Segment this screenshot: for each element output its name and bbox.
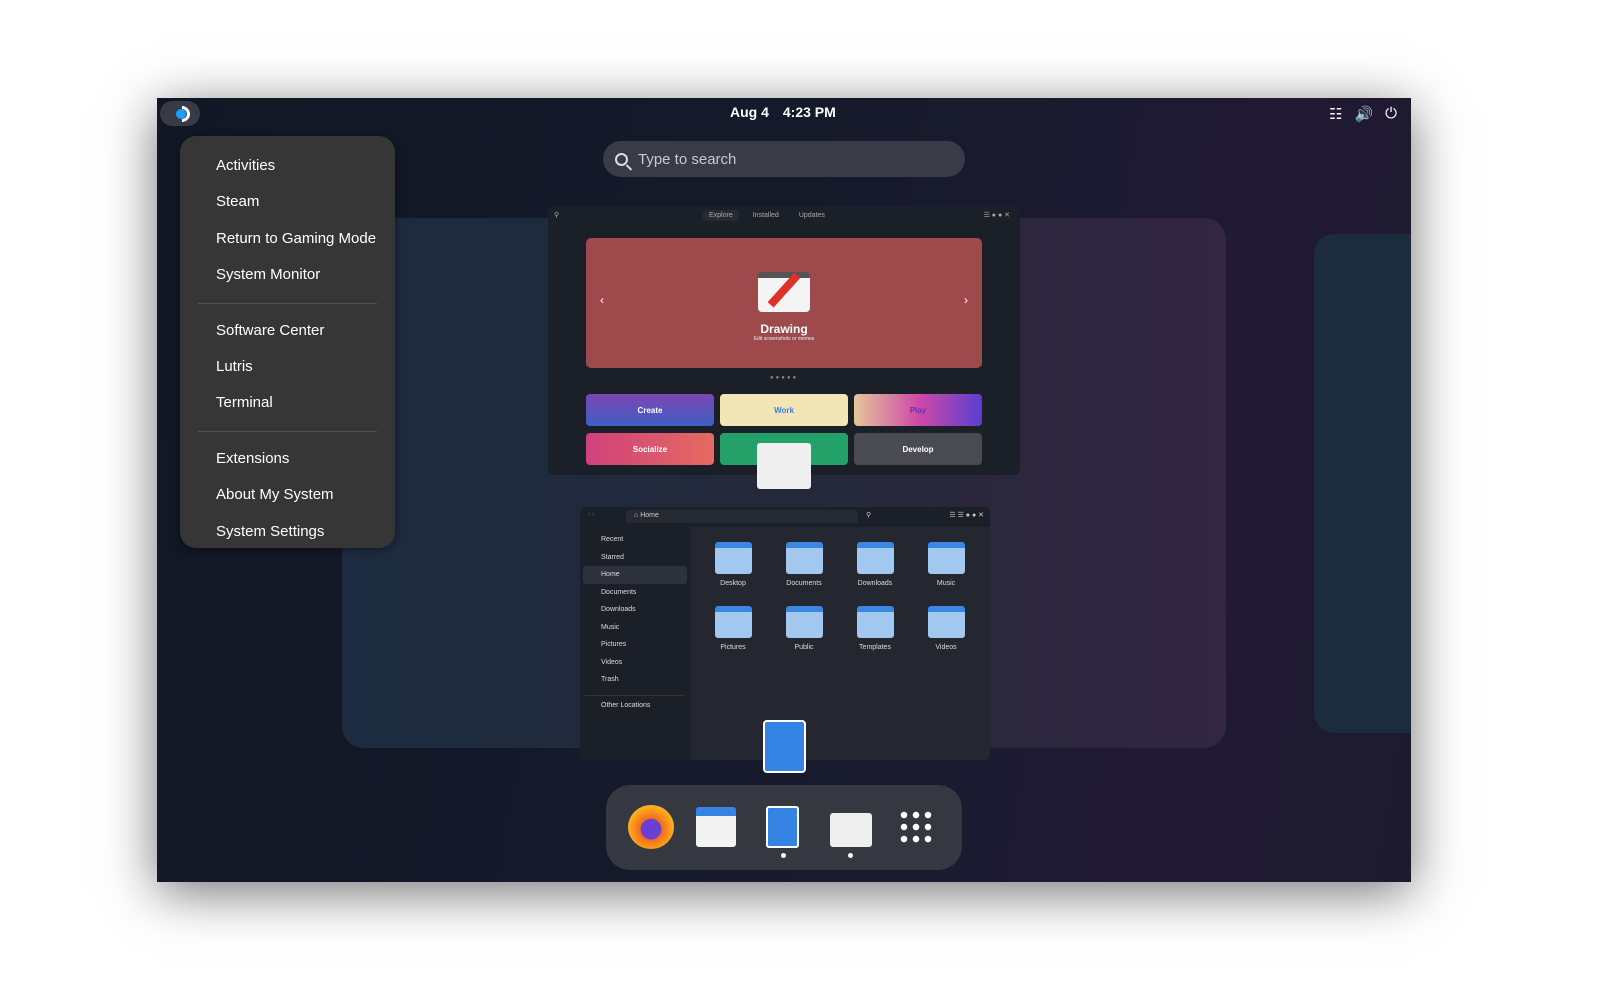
sidebar-item-other-locations[interactable]: Other Locations <box>583 694 687 713</box>
back-forward-buttons[interactable]: ‹ › <box>588 511 595 518</box>
sidebar-item-downloads[interactable]: Downloads <box>583 601 687 619</box>
sidebar-item-documents[interactable]: Documents <box>583 584 687 602</box>
folder-videos[interactable]: Videos <box>921 606 971 651</box>
menu-separator <box>198 302 377 304</box>
menu-item-system-monitor[interactable]: System Monitor <box>180 257 395 293</box>
desktop-screen: Aug 4 4:23 PM ☷ 🔊 ⏻ Type to search ⚲ Expl… <box>157 98 1411 882</box>
calendar-icon[interactable] <box>696 807 736 847</box>
folder-downloads[interactable]: Downloads <box>850 542 900 587</box>
files-app-icon <box>763 720 806 773</box>
dock <box>606 785 962 870</box>
tab-updates[interactable]: Updates <box>793 210 831 221</box>
menu-separator <box>198 430 377 432</box>
category-create[interactable]: Create <box>586 394 714 426</box>
menu-item-software-center[interactable]: Software Center <box>180 313 395 349</box>
software-header: ⚲ Explore Installed Updates ☰ ● ● ✕ <box>548 206 1020 228</box>
system-status[interactable]: ☷ 🔊 ⏻ <box>1329 105 1397 123</box>
window-controls[interactable]: ☰ ☰ ● ● ✕ <box>949 511 984 519</box>
firefox-icon[interactable] <box>628 805 674 849</box>
files-icon[interactable] <box>766 806 799 848</box>
search-input[interactable]: Type to search <box>603 141 965 177</box>
sidebar-item-starred[interactable]: Starred <box>583 549 687 567</box>
menu-item-return-to-gaming-mode[interactable]: Return to Gaming Mode <box>180 221 395 257</box>
folder-public[interactable]: Public <box>779 606 829 651</box>
search-icon[interactable]: ⚲ <box>866 511 871 519</box>
path-bar[interactable]: ⌂ Home <box>626 510 858 523</box>
carousel-dots[interactable]: ●●●●● <box>770 375 798 381</box>
menu-item-terminal[interactable]: Terminal <box>180 385 395 421</box>
chevron-right-icon[interactable]: › <box>964 293 968 307</box>
clock[interactable]: Aug 4 4:23 PM <box>730 104 836 120</box>
folder-music[interactable]: Music <box>921 542 971 587</box>
steam-logo-button[interactable] <box>160 101 200 126</box>
sidebar-item-pictures[interactable]: Pictures <box>583 636 687 654</box>
software-center-window[interactable]: ⚲ Explore Installed Updates ☰ ● ● ✕ ‹ › … <box>548 206 1020 475</box>
top-bar: Aug 4 4:23 PM ☷ 🔊 ⏻ <box>157 98 1411 128</box>
menu-item-activities[interactable]: Activities <box>180 148 395 184</box>
category-develop[interactable]: Develop <box>854 433 982 465</box>
menu-item-about-my-system[interactable]: About My System <box>180 477 395 513</box>
category-play[interactable]: Play <box>854 394 982 426</box>
running-indicator <box>848 853 853 858</box>
software-icon[interactable] <box>830 813 872 847</box>
menu-item-system-settings[interactable]: System Settings <box>180 514 395 550</box>
network-icon: ☷ <box>1328 106 1343 123</box>
sidebar-item-home[interactable]: Home <box>583 566 687 584</box>
running-indicator <box>781 853 786 858</box>
window-controls[interactable]: ☰ ● ● ✕ <box>984 211 1010 219</box>
sidebar-item-videos[interactable]: Videos <box>583 654 687 672</box>
volume-icon: 🔊 <box>1354 106 1374 123</box>
folder-templates[interactable]: Templates <box>850 606 900 651</box>
workspace-thumbnail-next[interactable] <box>1314 234 1411 733</box>
folder-pictures[interactable]: Pictures <box>708 606 758 651</box>
sidebar-item-music[interactable]: Music <box>583 619 687 637</box>
featured-title: Drawing <box>760 322 808 336</box>
sidebar-item-trash[interactable]: Trash <box>583 671 687 689</box>
files-header: ‹ › ⌂ Home ⚲ ☰ ☰ ● ● ✕ <box>580 507 990 527</box>
category-work[interactable]: Work <box>720 394 848 426</box>
chevron-left-icon[interactable]: ‹ <box>600 293 604 307</box>
steam-menu: Activities Steam Return to Gaming Mode S… <box>180 136 395 548</box>
tab-explore[interactable]: Explore <box>703 210 739 221</box>
featured-banner[interactable]: ‹ › Drawing Edit screenshots or memes <box>586 238 982 368</box>
menu-item-lutris[interactable]: Lutris <box>180 349 395 385</box>
app-grid-icon[interactable] <box>898 809 934 845</box>
search-icon[interactable]: ⚲ <box>554 211 559 219</box>
folder-desktop[interactable]: Desktop <box>708 542 758 587</box>
featured-subtitle: Edit screenshots or memes <box>753 336 815 342</box>
search-icon <box>615 152 628 166</box>
category-socialize[interactable]: Socialize <box>586 433 714 465</box>
files-sidebar: Recent Starred Home Documents Downloads … <box>580 527 690 760</box>
sidebar-item-recent[interactable]: Recent <box>583 531 687 549</box>
tab-installed[interactable]: Installed <box>747 210 785 221</box>
menu-item-steam[interactable]: Steam <box>180 184 395 220</box>
drawing-app-icon <box>758 272 810 312</box>
software-center-icon <box>757 443 811 489</box>
power-icon: ⏻ <box>1385 105 1397 122</box>
menu-item-extensions[interactable]: Extensions <box>180 441 395 477</box>
folder-documents[interactable]: Documents <box>779 542 829 587</box>
